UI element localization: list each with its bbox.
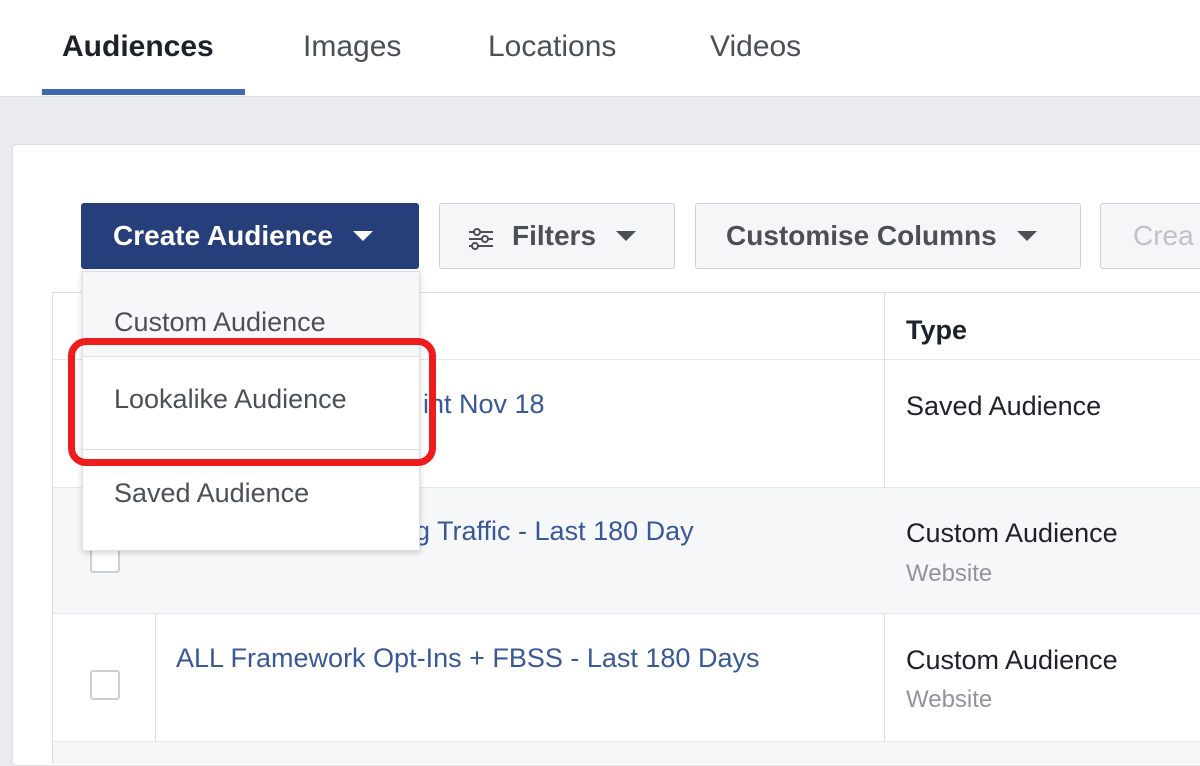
audience-subtype: Website <box>906 686 993 713</box>
row-checkbox[interactable] <box>90 670 120 700</box>
audience-type: Custom Audience <box>906 645 1118 675</box>
caret-down-icon <box>352 231 373 241</box>
audience-type: Saved Audience <box>906 391 1102 421</box>
audience-name-link[interactable]: g Traffic - Last 180 Day <box>415 516 694 547</box>
sliders-icon <box>468 225 494 250</box>
customise-columns-button[interactable]: Customise Columns <box>695 203 1081 269</box>
tab-images[interactable]: Images <box>303 0 401 96</box>
highlight-box <box>68 338 436 466</box>
create-button-label: Crea <box>1133 220 1194 251</box>
audience-name-link[interactable]: int Nov 18 <box>423 389 545 420</box>
table-row <box>53 741 1200 764</box>
type-column-header[interactable]: Type <box>906 315 967 346</box>
audience-type: Custom Audience <box>906 518 1118 548</box>
caret-down-icon <box>616 231 637 241</box>
caret-down-icon <box>1016 231 1037 241</box>
create-audience-label: Create Audience <box>113 220 333 251</box>
tab-videos[interactable]: Videos <box>710 0 801 96</box>
create-audience-button[interactable]: Create Audience <box>81 203 419 269</box>
filters-button[interactable]: Filters <box>439 203 675 269</box>
table-row: ALL Framework Opt-Ins + FBSS - Last 180 … <box>53 613 1200 742</box>
create-button-partial[interactable]: Crea <box>1100 203 1200 269</box>
filters-label: Filters <box>512 220 597 251</box>
customise-columns-label: Customise Columns <box>726 220 997 251</box>
active-tab-indicator <box>42 89 245 95</box>
tab-locations[interactable]: Locations <box>488 0 616 96</box>
audience-subtype: Website <box>906 560 993 587</box>
audience-name-link[interactable]: ALL Framework Opt-Ins + FBSS - Last 180 … <box>176 643 759 674</box>
tab-audiences[interactable]: Audiences <box>62 0 214 96</box>
tab-bar: Audiences Images Locations Videos <box>0 0 1200 97</box>
